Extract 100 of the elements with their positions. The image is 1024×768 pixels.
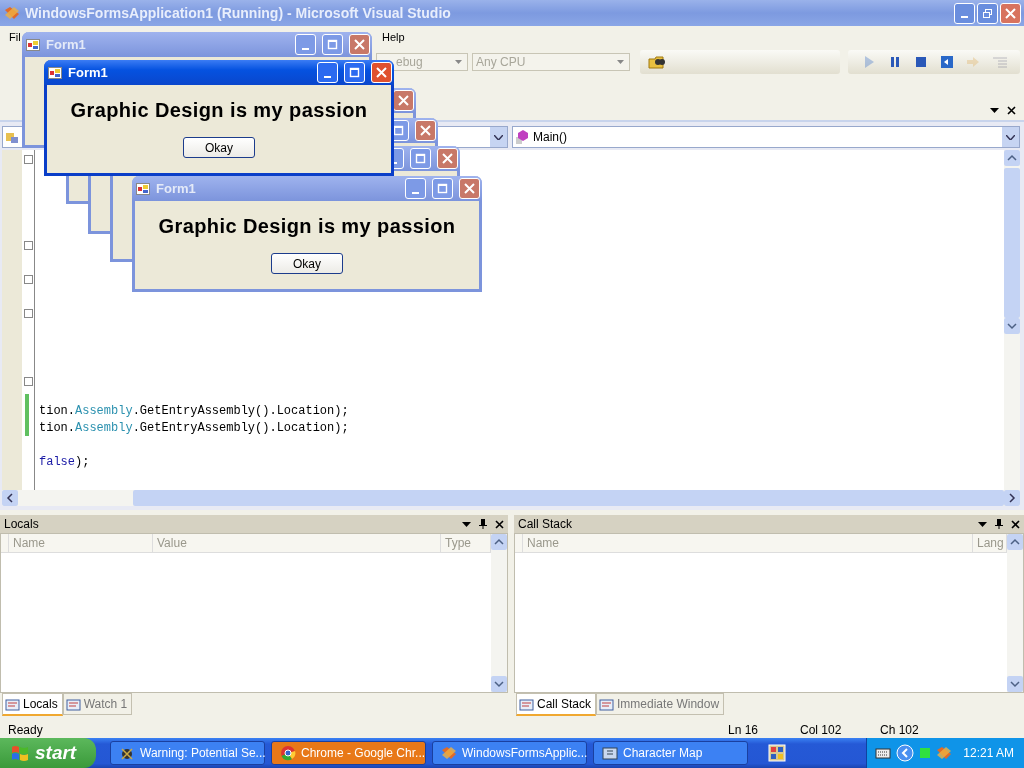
member-dropdown[interactable]: Main() — [512, 126, 1020, 148]
close-button[interactable] — [371, 62, 392, 83]
header-cell — [1, 534, 9, 553]
form-icon — [48, 66, 62, 79]
infinity-logo-icon — [4, 6, 20, 20]
window-icon[interactable] — [768, 744, 786, 762]
okay-button[interactable]: Okay — [183, 137, 255, 158]
folder-binoculars-icon[interactable] — [648, 54, 666, 70]
infinity-logo-icon[interactable] — [936, 746, 953, 760]
chevron-icon[interactable] — [896, 744, 915, 762]
taskbar-button[interactable]: Chrome - Google Chr... — [271, 741, 426, 765]
stop-icon[interactable] — [914, 55, 928, 69]
window-icon — [5, 697, 21, 711]
window-title: Form1 — [156, 181, 196, 196]
square-icon[interactable] — [919, 747, 932, 759]
close-icon — [398, 95, 409, 106]
pin-icon[interactable] — [995, 519, 1003, 529]
taskbar-button[interactable]: Warning: Potential Se... — [110, 741, 265, 765]
flag-icon — [10, 744, 30, 762]
tab[interactable]: Watch 1 — [62, 693, 133, 715]
taskbar-button[interactable]: WindowsFormsApplic... — [432, 741, 587, 765]
platform-dropdown[interactable]: Any CPU — [472, 53, 630, 71]
minimize-button[interactable] — [405, 178, 426, 199]
code-line: tion.Assembly.GetEntryAssembly().Location); — [39, 420, 350, 437]
caret-icon — [490, 127, 507, 147]
tab[interactable]: Locals — [2, 693, 63, 716]
vertical-scrollbar[interactable] — [1004, 150, 1020, 490]
keyboard-icon[interactable] — [875, 747, 892, 759]
close-icon[interactable] — [495, 519, 504, 529]
start-button[interactable]: start — [0, 738, 96, 768]
maximize-icon — [415, 153, 426, 164]
maximize-icon — [393, 125, 404, 136]
maximize-icon — [349, 67, 360, 78]
window-icon — [65, 697, 82, 711]
restore-icon — [982, 7, 993, 19]
dropdown-icon[interactable] — [990, 107, 999, 113]
column-header[interactable]: Lang — [973, 534, 1007, 553]
method-icon — [515, 129, 529, 145]
line-number: Ln 16 — [728, 723, 760, 737]
dropdown-icon[interactable] — [462, 521, 471, 527]
message-text: Graphic Design is my passion — [158, 215, 456, 238]
form-icon — [136, 182, 150, 195]
close-button[interactable] — [393, 90, 414, 111]
close-icon — [354, 39, 365, 50]
vertical-scrollbar[interactable] — [491, 534, 507, 692]
status-text: Ready — [8, 723, 44, 737]
column-header[interactable]: Name — [9, 534, 153, 553]
code-line: false); — [39, 454, 91, 471]
tab[interactable]: Immediate Window — [596, 693, 725, 715]
column-header[interactable]: Type — [441, 534, 491, 553]
maximize-icon — [437, 183, 448, 194]
pause-icon[interactable] — [888, 55, 902, 69]
window-icon — [519, 697, 535, 711]
caret-icon — [617, 60, 624, 64]
minimize-button[interactable] — [317, 62, 338, 83]
close-icon — [376, 67, 387, 78]
maximize-button[interactable] — [344, 62, 365, 83]
close-icon[interactable] — [1011, 519, 1020, 529]
collapse-icon[interactable] — [24, 275, 33, 284]
column-header[interactable]: Name — [523, 534, 973, 553]
close-icon — [1005, 7, 1016, 19]
minimize-icon — [412, 191, 419, 194]
taskbar-button[interactable]: Character Map — [593, 741, 748, 765]
minimize-button[interactable] — [295, 34, 316, 55]
close-icon — [464, 183, 475, 194]
collapse-icon[interactable] — [24, 155, 33, 164]
panel-title: Call Stack — [518, 517, 573, 531]
pin-icon[interactable] — [479, 519, 487, 529]
caret-icon — [1002, 127, 1019, 147]
minimize-icon — [302, 47, 309, 50]
dropdown-icon[interactable] — [978, 521, 987, 527]
window-title: Form1 — [46, 37, 86, 52]
column-header[interactable]: Value — [153, 534, 441, 553]
scrollbar-thumb[interactable] — [1004, 168, 1020, 318]
column-number: Col 102 — [800, 723, 843, 737]
close-icon — [420, 125, 431, 136]
class-icon — [5, 130, 19, 144]
header-cell — [515, 534, 523, 553]
message-text: Graphic Design is my passion — [70, 99, 368, 122]
restart-icon[interactable] — [940, 55, 954, 69]
configuration-dropdown[interactable]: ebug — [376, 53, 468, 71]
bug-icon — [119, 745, 135, 761]
window-icon — [599, 697, 616, 711]
vertical-scrollbar[interactable] — [1007, 534, 1023, 692]
infinity-logo-icon — [441, 746, 457, 760]
menu-item[interactable]: Help — [382, 31, 1024, 43]
collapse-icon[interactable] — [24, 377, 33, 386]
restore-button[interactable] — [977, 2, 998, 24]
collapse-icon[interactable] — [24, 241, 33, 250]
tab[interactable]: Call Stack — [516, 693, 597, 716]
browser-icon — [280, 745, 296, 761]
okay-button[interactable]: Okay — [271, 253, 343, 274]
window-title: Form1 — [68, 65, 108, 80]
clock: 12:21 AM — [963, 746, 1014, 760]
minimize-button[interactable] — [954, 2, 975, 24]
form-icon — [26, 38, 40, 51]
close-icon — [442, 153, 453, 164]
minimize-icon — [324, 75, 331, 78]
collapse-icon[interactable] — [24, 309, 33, 318]
close-icon[interactable] — [1007, 105, 1016, 115]
